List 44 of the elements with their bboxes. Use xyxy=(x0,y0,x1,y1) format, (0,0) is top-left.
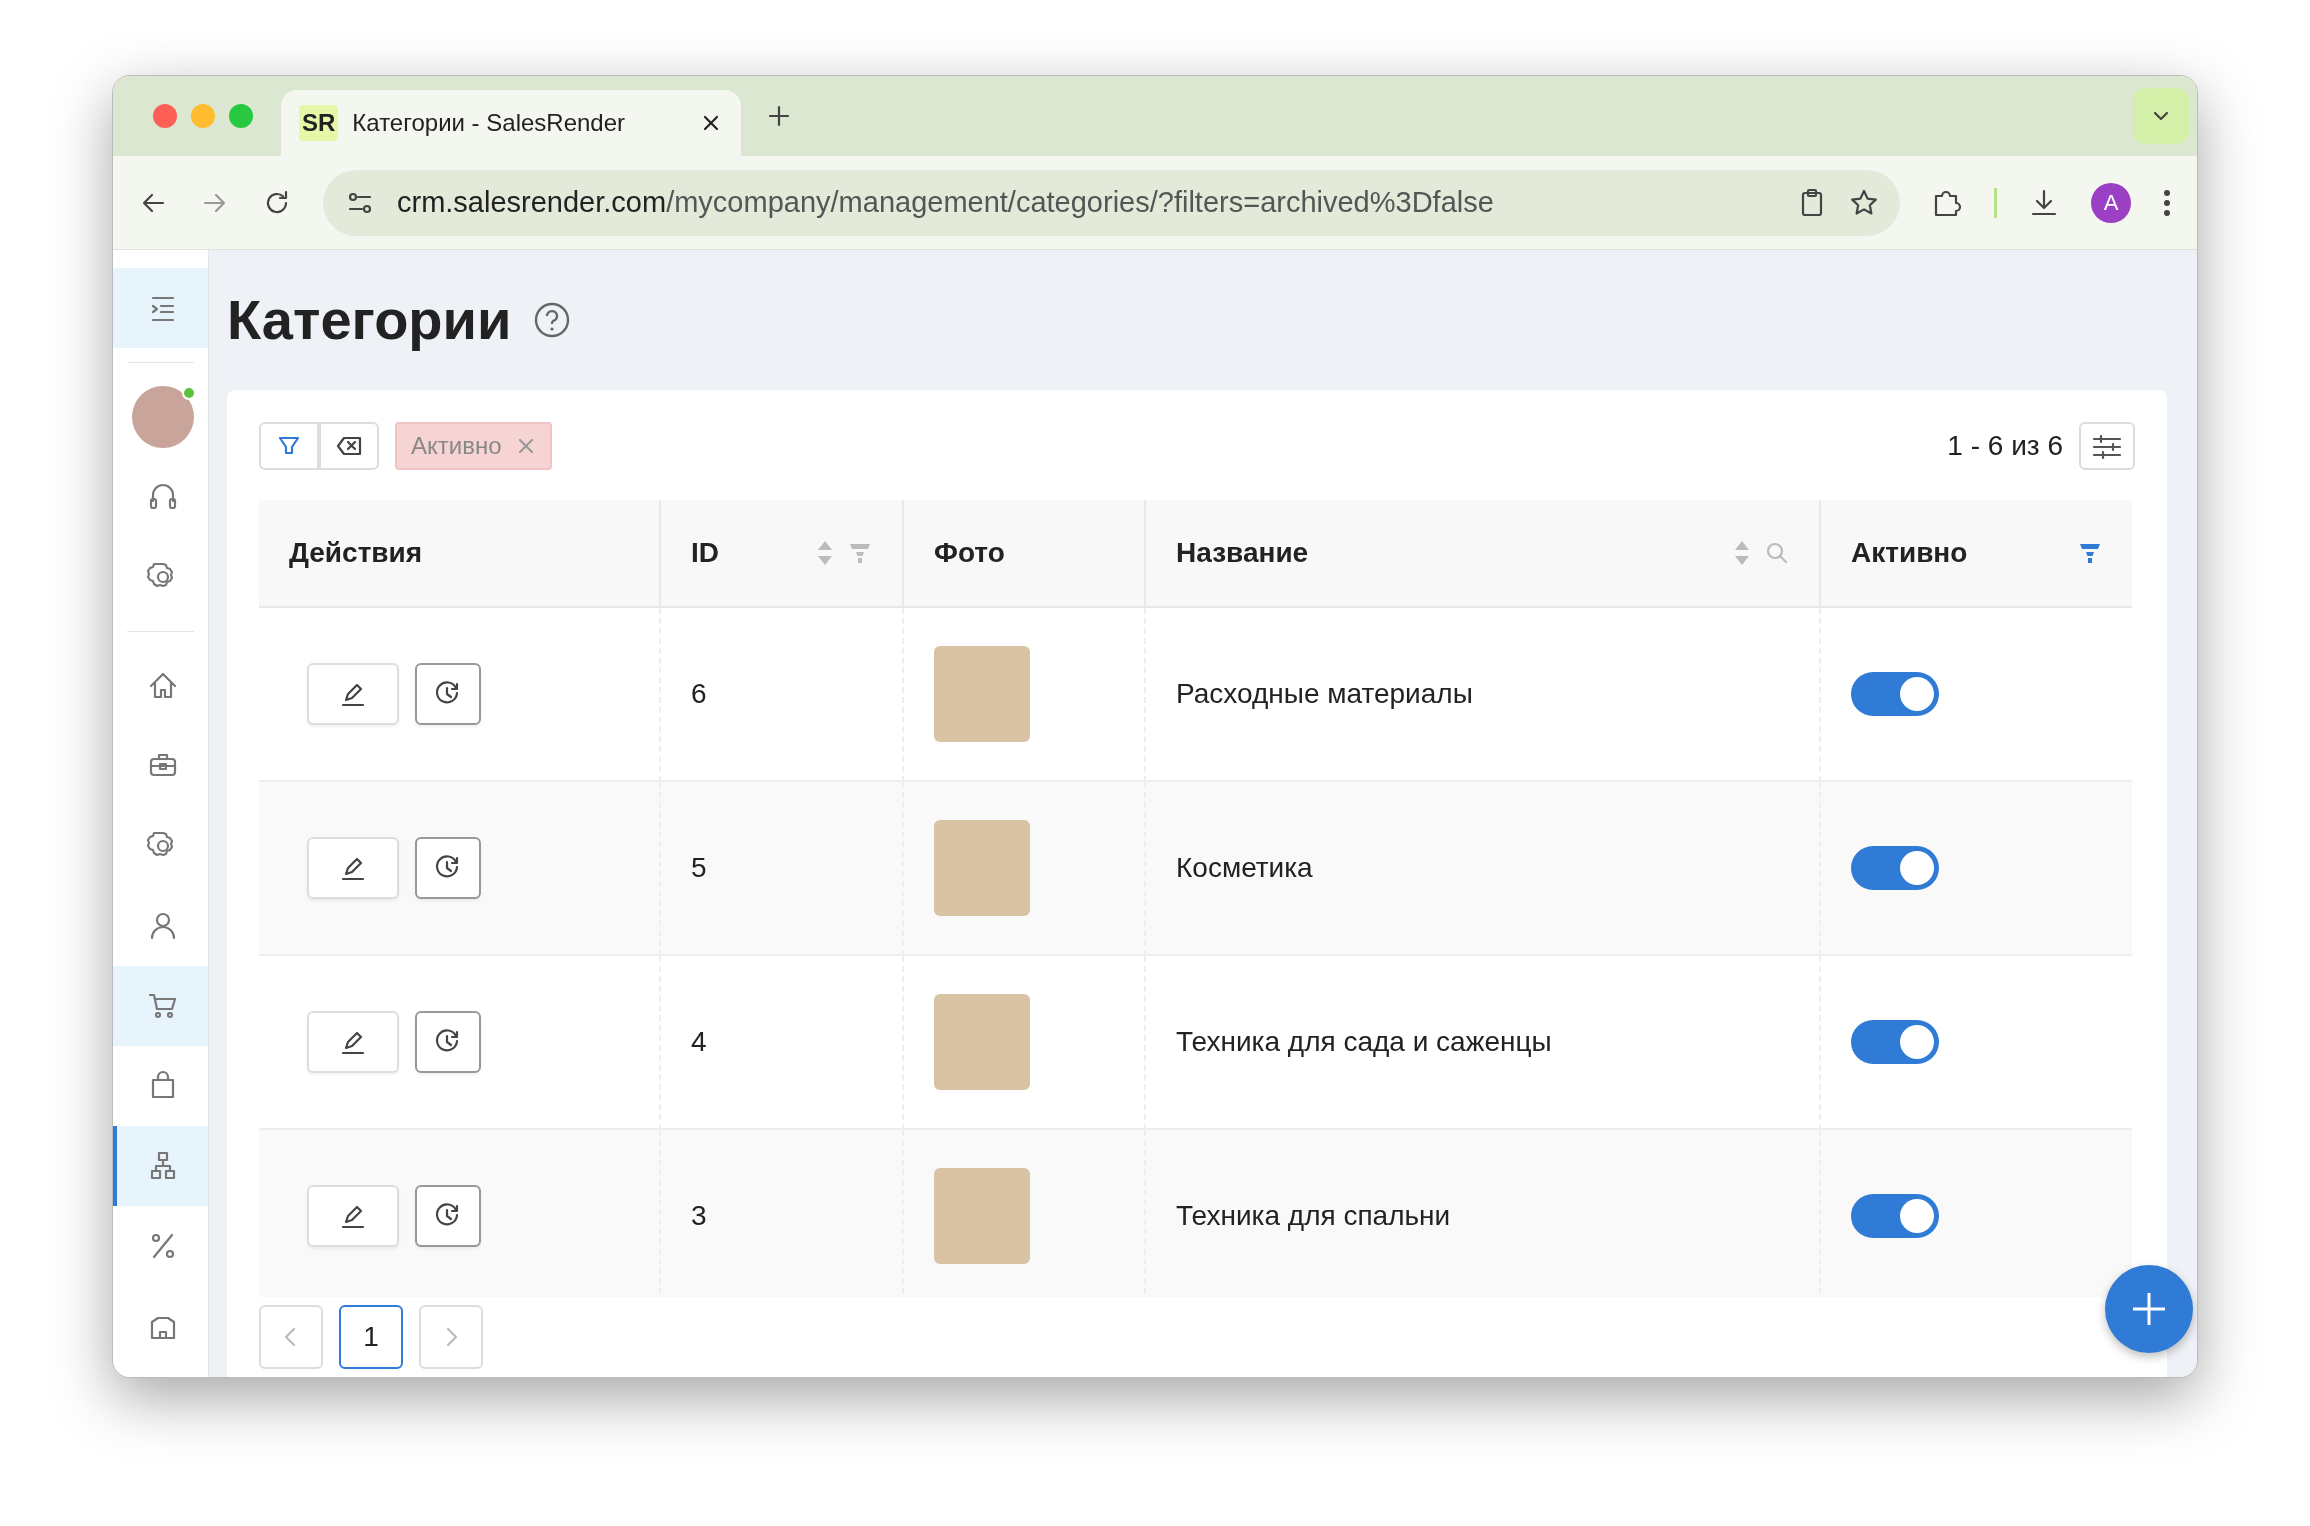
history-button[interactable] xyxy=(415,1185,481,1247)
id-cell-text: 3 xyxy=(691,1199,707,1233)
menu-item[interactable] xyxy=(113,268,208,348)
active-toggle[interactable] xyxy=(1851,672,1939,716)
header-label: Фото xyxy=(934,536,1006,570)
active-toggle[interactable] xyxy=(1851,1020,1939,1064)
page-title: Категории xyxy=(227,287,512,354)
edit-button[interactable] xyxy=(307,663,399,725)
edit-button[interactable] xyxy=(307,1011,399,1073)
header-label: ID xyxy=(691,536,720,570)
id-cell-text: 6 xyxy=(691,677,707,711)
column-settings-button[interactable] xyxy=(2079,422,2135,470)
sitemap-item[interactable] xyxy=(113,1126,208,1206)
tab-title: Категории - SalesRender xyxy=(352,108,627,138)
close-button[interactable] xyxy=(153,104,177,128)
url-text: crm.salesrender.com/mycompany/management/categories/?filters=archived%3Dfalse xyxy=(397,184,1494,220)
cart-item[interactable] xyxy=(113,966,208,1046)
active-toggle[interactable] xyxy=(1851,846,1939,890)
category-name: Расходные материалы xyxy=(1176,677,1473,711)
active-toggle[interactable] xyxy=(1851,1194,1939,1238)
header-label: Действия xyxy=(289,536,424,570)
chip-label: Активно xyxy=(411,431,502,461)
favicon-logo: SR xyxy=(299,105,339,141)
category-name: Косметика xyxy=(1176,851,1313,885)
help-icon[interactable] xyxy=(533,301,572,339)
history-button[interactable] xyxy=(415,1011,481,1073)
profile-avatar[interactable]: A xyxy=(2091,182,2131,223)
edit-button[interactable] xyxy=(307,1185,399,1247)
id-cell-text: 4 xyxy=(691,1025,707,1059)
filter-icon[interactable] xyxy=(2078,541,2102,565)
clear-filters-button[interactable] xyxy=(319,422,379,470)
category-name: Техника для сада и саженцы xyxy=(1176,1025,1552,1059)
header-label: Название xyxy=(1176,536,1310,570)
id-cell-text: 5 xyxy=(691,851,707,885)
category-name: Техника для спальни xyxy=(1176,1199,1451,1233)
edit-button[interactable] xyxy=(307,837,399,899)
filter-button[interactable] xyxy=(259,422,319,470)
history-button[interactable] xyxy=(415,837,481,899)
address-bar[interactable]: crm.salesrender.com/mycompany/management/categories/?filters=archived%3Dfalse xyxy=(323,169,1900,236)
record-range: 1 - 6 из 6 xyxy=(1947,429,2063,463)
page-button[interactable]: 1 xyxy=(339,1305,403,1370)
header-label: Активно xyxy=(1851,536,1969,570)
history-button[interactable] xyxy=(415,663,481,725)
browser-tab[interactable]: SR Категории - SalesRender xyxy=(281,90,741,156)
